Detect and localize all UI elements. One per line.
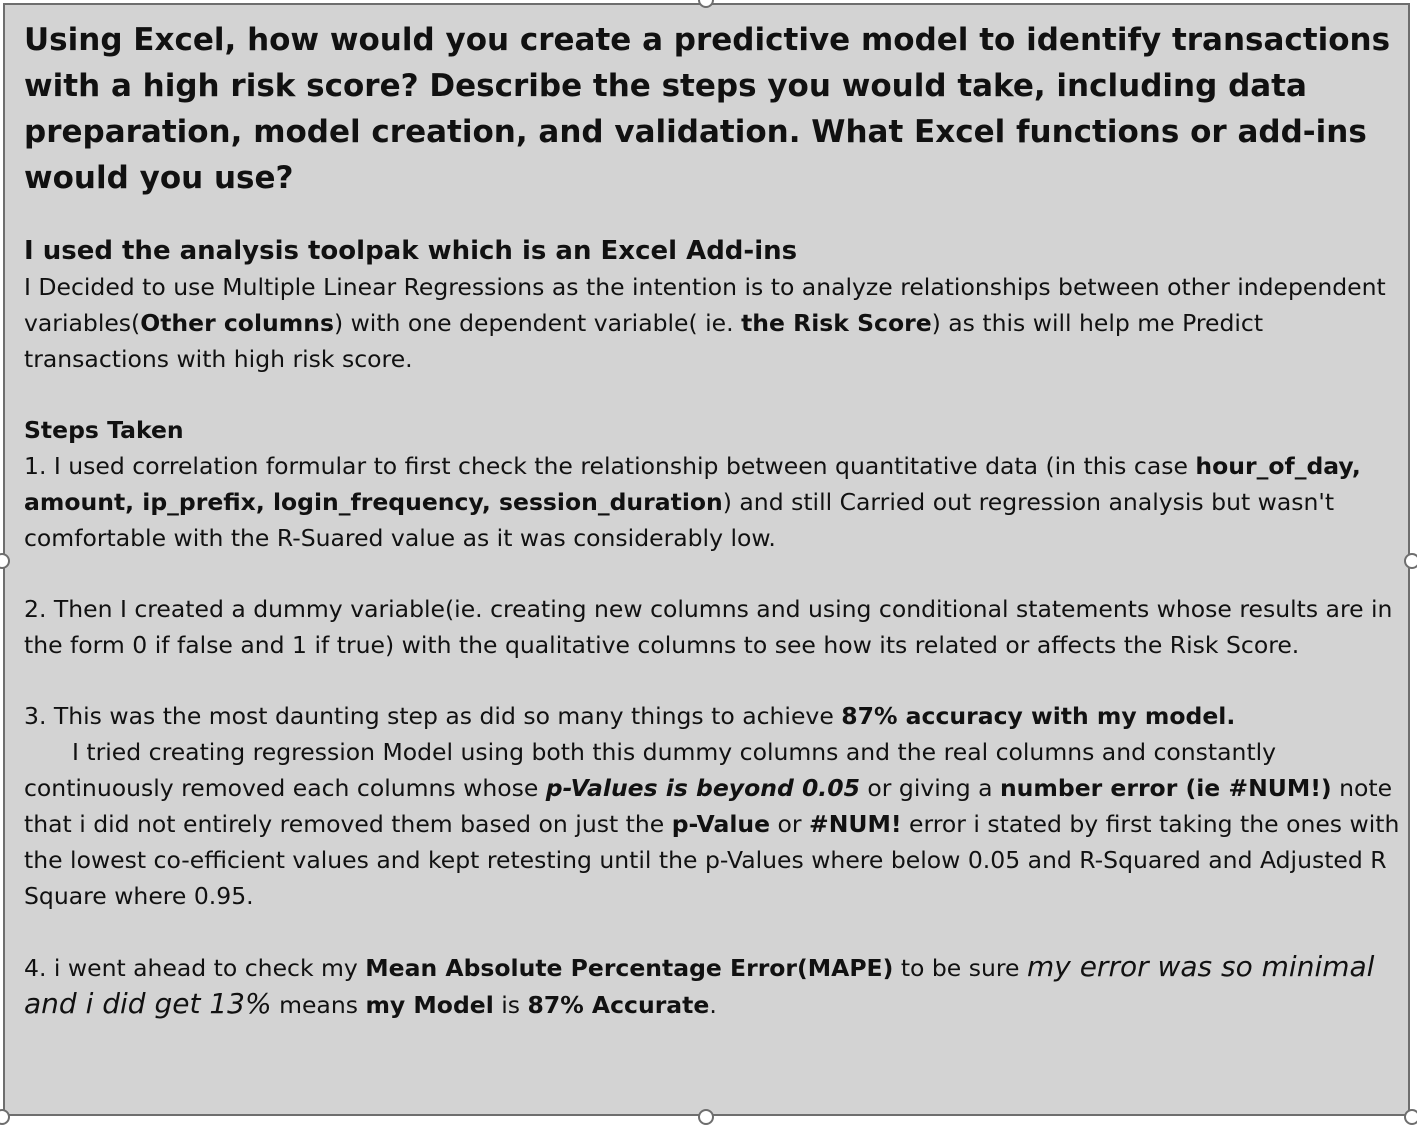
resize-handle-bottom-right[interactable] — [1404, 1109, 1417, 1125]
resize-handle-bottom[interactable] — [698, 1109, 714, 1125]
toolpak-heading: I used the analysis toolpak which is an … — [24, 236, 798, 266]
question-heading: Using Excel, how would you create a pred… — [24, 22, 1391, 196]
resize-handle-right[interactable] — [1404, 553, 1417, 569]
slide-canvas: Using Excel, how would you create a pred… — [0, 0, 1417, 1128]
step-1-paragraph: 1. I used correlation formular to first … — [24, 452, 1361, 552]
steps-heading: Steps Taken — [24, 416, 184, 444]
resize-handle-bottom-left[interactable] — [0, 1109, 10, 1125]
step-4-paragraph: 4. i went ahead to check my Mean Absolut… — [24, 950, 1375, 1020]
text-box-content[interactable]: Using Excel, how would you create a pred… — [24, 17, 1414, 1023]
step-2-paragraph: 2. Then I created a dummy variable(ie. c… — [24, 595, 1393, 659]
text-box[interactable]: Using Excel, how would you create a pred… — [3, 3, 1410, 1116]
intro-paragraph: I Decided to use Multiple Linear Regress… — [24, 273, 1386, 373]
step-3-paragraph: 3. This was the most daunting step as di… — [24, 702, 1400, 910]
